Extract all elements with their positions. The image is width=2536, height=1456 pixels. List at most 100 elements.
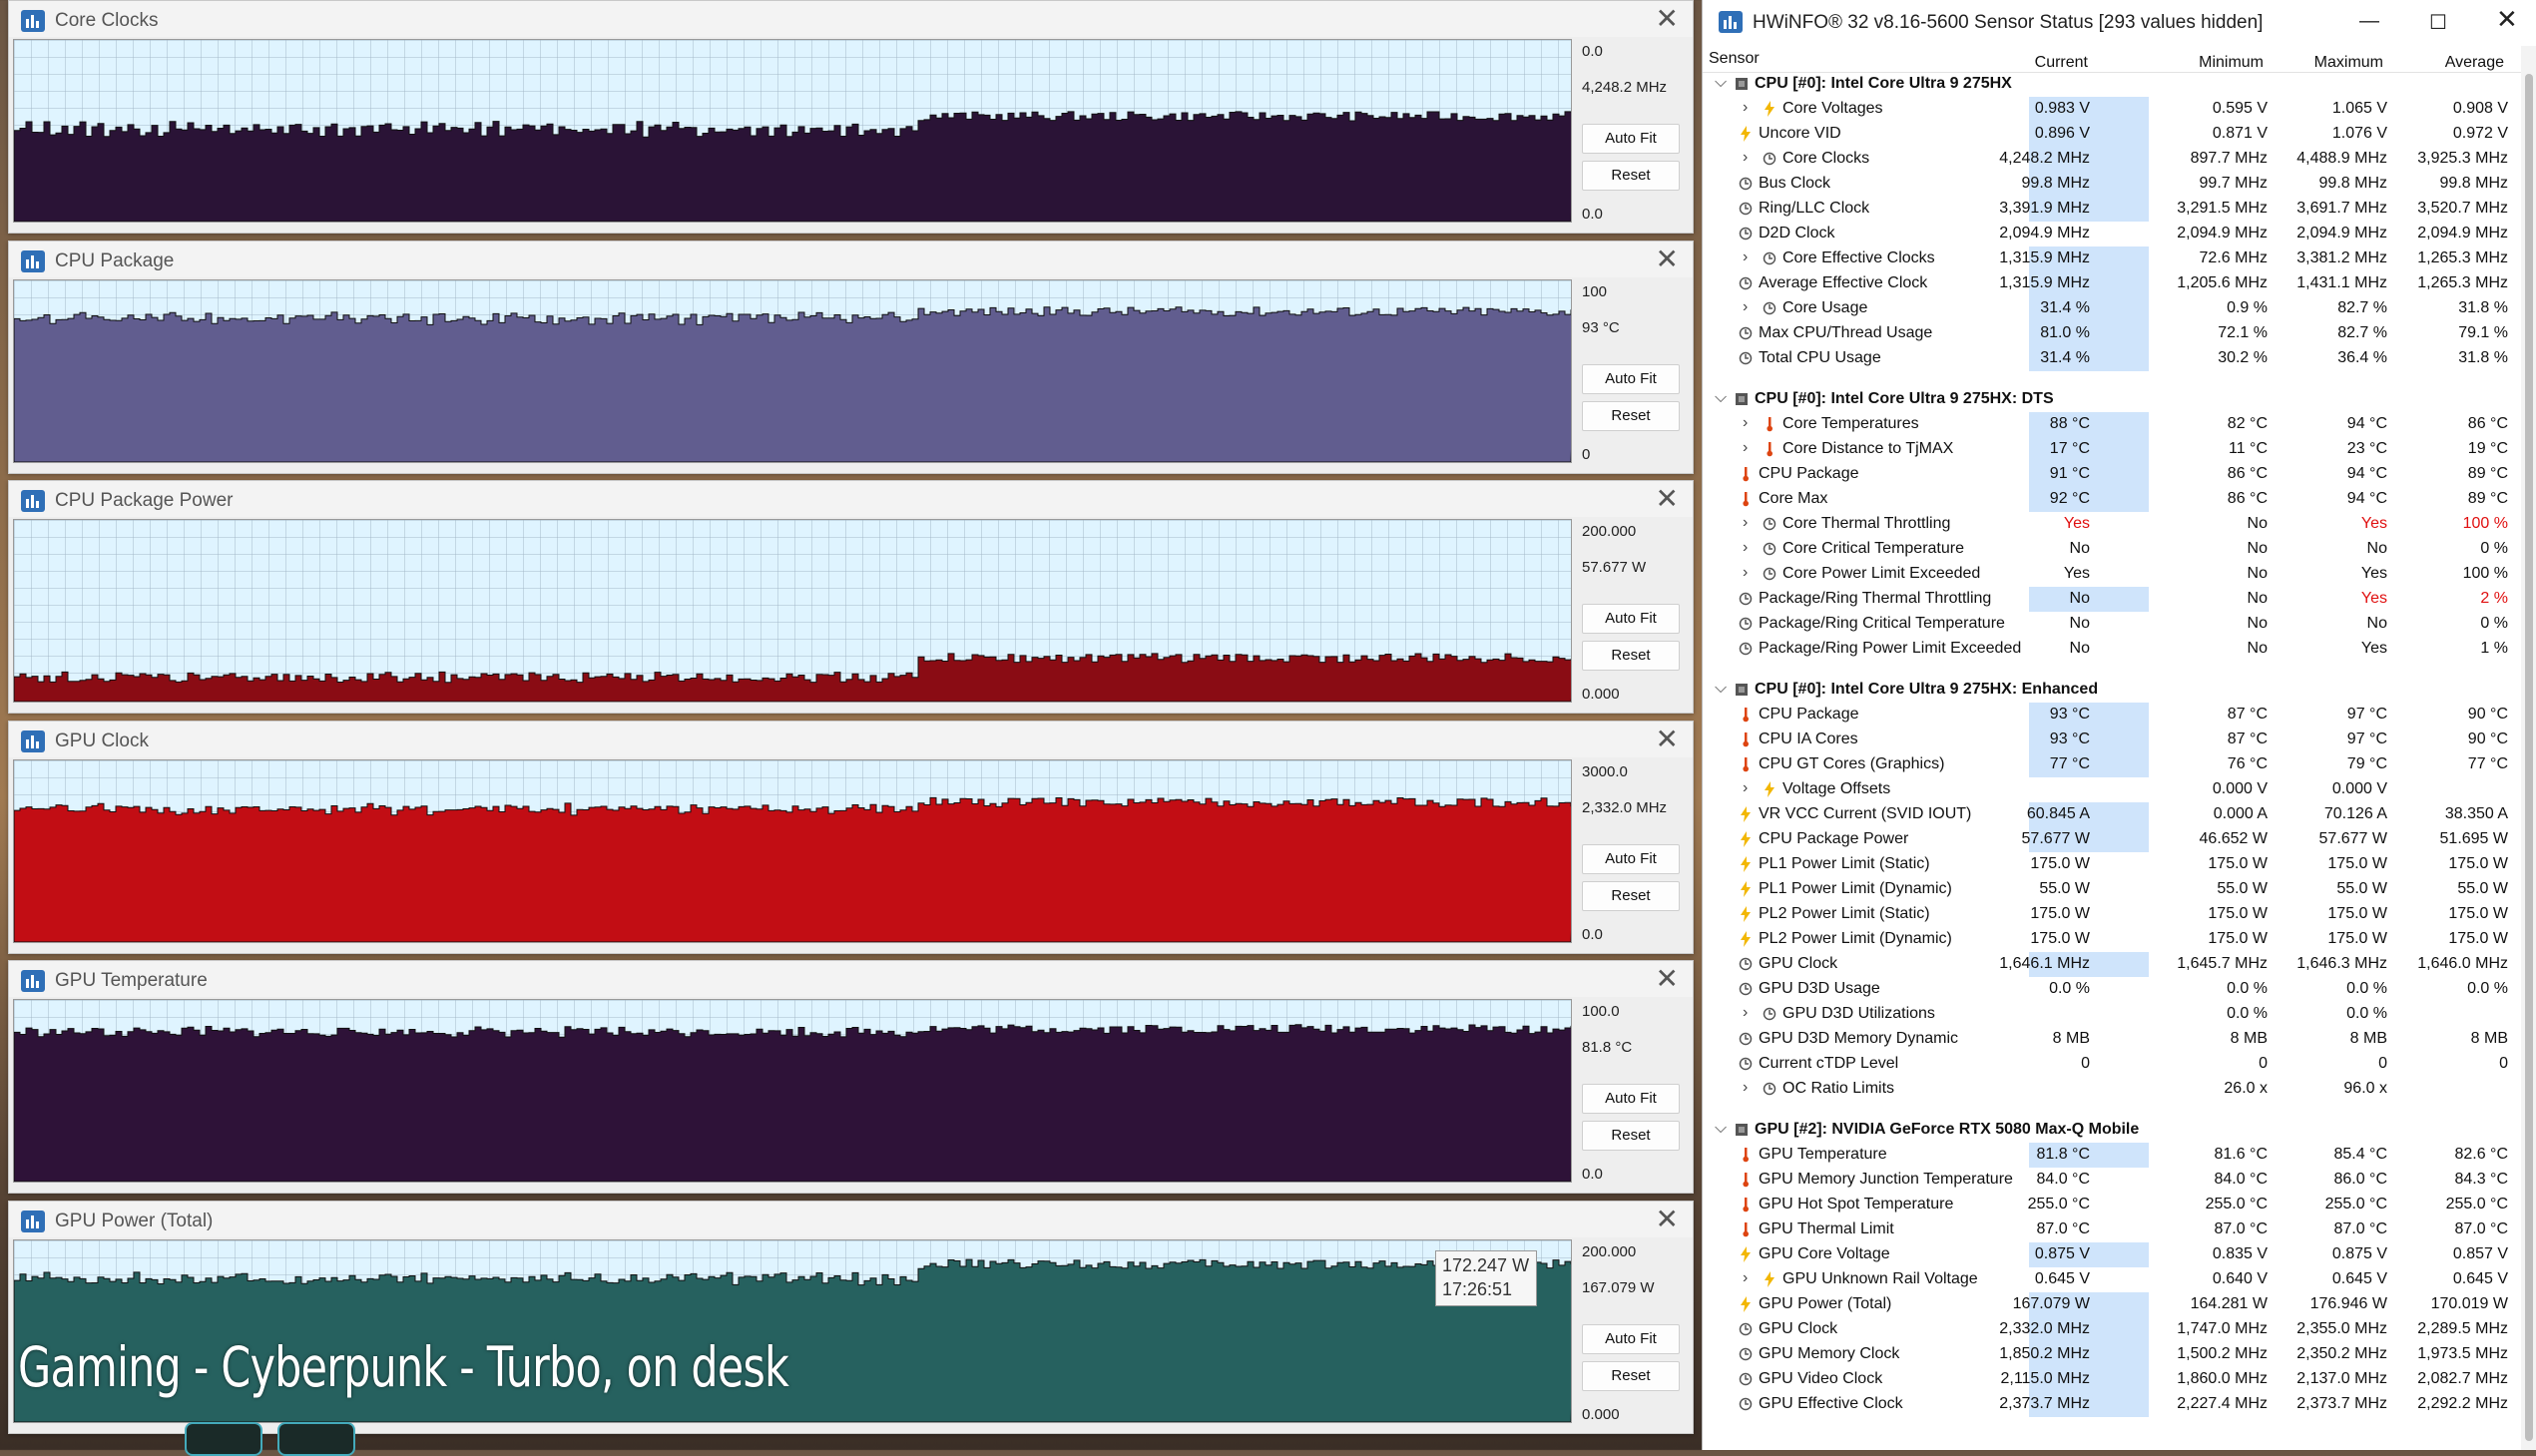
auto-fit-button[interactable]: Auto Fit xyxy=(1582,1084,1680,1114)
sensor-row[interactable]: › Core Effective Clocks 1,315.9 MHz 72.6… xyxy=(1703,246,2521,271)
minimize-icon[interactable]: — xyxy=(2359,10,2379,33)
sensor-row[interactable]: › Core Thermal Throttling Yes No Yes 100… xyxy=(1703,512,2521,537)
graph-titlebar[interactable]: CPU Package Power ✕ xyxy=(9,481,1693,517)
sensor-row[interactable]: Package/Ring Critical Temperature No No … xyxy=(1703,612,2521,637)
expand-chevron-icon[interactable]: › xyxy=(1743,514,1757,532)
sensor-row[interactable]: PL1 Power Limit (Dynamic) 55.0 W 55.0 W … xyxy=(1703,877,2521,902)
sensor-row[interactable]: CPU Package Power 57.677 W 46.652 W 57.6… xyxy=(1703,827,2521,852)
sensor-row[interactable]: Total CPU Usage 31.4 % 30.2 % 36.4 % 31.… xyxy=(1703,346,2521,371)
sensor-row[interactable]: GPU D3D Memory Dynamic 8 MB 8 MB 8 MB 8 … xyxy=(1703,1027,2521,1052)
sensor-row[interactable]: Max CPU/Thread Usage 81.0 % 72.1 % 82.7 … xyxy=(1703,321,2521,346)
reset-button[interactable]: Reset xyxy=(1582,1121,1680,1151)
expand-chevron-icon[interactable]: › xyxy=(1743,298,1757,316)
sensor-row[interactable]: › Core Clocks 4,248.2 MHz 897.7 MHz 4,48… xyxy=(1703,147,2521,172)
expand-chevron-icon[interactable]: › xyxy=(1743,414,1757,432)
expand-chevron-icon[interactable]: › xyxy=(1743,248,1757,266)
sensor-group-header[interactable]: ⌵ CPU [#0]: Intel Core Ultra 9 275HX: DT… xyxy=(1703,387,2521,412)
expand-chevron-icon[interactable]: › xyxy=(1743,539,1757,557)
sensor-row[interactable]: GPU Clock 1,646.1 MHz 1,645.7 MHz 1,646.… xyxy=(1703,952,2521,977)
sensor-row[interactable]: CPU Package 91 °C 86 °C 94 °C 89 °C xyxy=(1703,462,2521,487)
sensor-row[interactable]: GPU Video Clock 2,115.0 MHz 1,860.0 MHz … xyxy=(1703,1367,2521,1392)
sensor-row[interactable]: GPU D3D Usage 0.0 % 0.0 % 0.0 % 0.0 % xyxy=(1703,977,2521,1002)
graph-window[interactable]: Core Clocks ✕ 0.0 4,248.2 MHz Auto Fit R… xyxy=(8,0,1694,234)
graph-window[interactable]: CPU Package Power ✕ 200.000 57.677 W Aut… xyxy=(8,480,1694,714)
sensor-row[interactable]: VR VCC Current (SVID IOUT) 60.845 A 0.00… xyxy=(1703,802,2521,827)
collapse-chevron-icon[interactable]: ⌵ xyxy=(1715,389,1727,407)
taskbar-game-icon[interactable] xyxy=(277,1422,355,1456)
graph-window[interactable]: CPU Package ✕ 100 93 °C Auto Fit Reset 0 xyxy=(8,241,1694,474)
sensor-row[interactable]: › Core Voltages 0.983 V 0.595 V 1.065 V … xyxy=(1703,97,2521,122)
sensor-row[interactable]: GPU Hot Spot Temperature 255.0 °C 255.0 … xyxy=(1703,1193,2521,1217)
sensor-row[interactable]: Package/Ring Power Limit Exceeded No No … xyxy=(1703,637,2521,662)
graph-window[interactable]: GPU Temperature ✕ 100.0 81.8 °C Auto Fit… xyxy=(8,960,1694,1194)
header-current[interactable]: Current xyxy=(2035,54,2088,72)
sensor-row[interactable]: GPU Memory Junction Temperature 84.0 °C … xyxy=(1703,1168,2521,1193)
sensor-row[interactable]: CPU Package 93 °C 87 °C 97 °C 90 °C xyxy=(1703,703,2521,728)
sensor-row[interactable]: › Core Temperatures 88 °C 82 °C 94 °C 86… xyxy=(1703,412,2521,437)
close-icon[interactable]: ✕ xyxy=(2496,4,2518,35)
sensor-row[interactable]: › Voltage Offsets 0.000 V 0.000 V xyxy=(1703,777,2521,802)
sensor-row[interactable]: GPU Thermal Limit 87.0 °C 87.0 °C 87.0 °… xyxy=(1703,1217,2521,1242)
sensor-row[interactable]: PL1 Power Limit (Static) 175.0 W 175.0 W… xyxy=(1703,852,2521,877)
sensor-row[interactable]: › OC Ratio Limits 26.0 x 96.0 x xyxy=(1703,1077,2521,1102)
close-icon[interactable]: ✕ xyxy=(1656,724,1679,755)
sensor-row[interactable]: PL2 Power Limit (Dynamic) 175.0 W 175.0 … xyxy=(1703,927,2521,952)
reset-button[interactable]: Reset xyxy=(1582,641,1680,671)
reset-button[interactable]: Reset xyxy=(1582,881,1680,911)
sensor-row[interactable]: Uncore VID 0.896 V 0.871 V 1.076 V 0.972… xyxy=(1703,122,2521,147)
auto-fit-button[interactable]: Auto Fit xyxy=(1582,1324,1680,1354)
auto-fit-button[interactable]: Auto Fit xyxy=(1582,604,1680,634)
expand-chevron-icon[interactable]: › xyxy=(1743,1004,1757,1022)
close-icon[interactable]: ✕ xyxy=(1656,483,1679,515)
maximize-icon[interactable]: ☐ xyxy=(2429,10,2447,35)
reset-button[interactable]: Reset xyxy=(1582,1361,1680,1391)
sensor-row[interactable]: GPU Clock 2,332.0 MHz 1,747.0 MHz 2,355.… xyxy=(1703,1317,2521,1342)
graph-titlebar[interactable]: GPU Power (Total) ✕ xyxy=(9,1202,1693,1237)
close-icon[interactable]: ✕ xyxy=(1656,963,1679,995)
graph-titlebar[interactable]: CPU Package ✕ xyxy=(9,242,1693,277)
sensor-row[interactable]: › Core Distance to TjMAX 17 °C 11 °C 23 … xyxy=(1703,437,2521,462)
close-icon[interactable]: ✕ xyxy=(1656,1204,1679,1235)
sensor-row[interactable]: CPU GT Cores (Graphics) 77 °C 76 °C 79 °… xyxy=(1703,752,2521,777)
auto-fit-button[interactable]: Auto Fit xyxy=(1582,844,1680,874)
sensor-row[interactable]: PL2 Power Limit (Static) 175.0 W 175.0 W… xyxy=(1703,902,2521,927)
graph-titlebar[interactable]: GPU Clock ✕ xyxy=(9,722,1693,757)
sensor-row[interactable]: GPU Power (Total) 167.079 W 164.281 W 17… xyxy=(1703,1292,2521,1317)
close-icon[interactable]: ✕ xyxy=(1656,243,1679,275)
sensor-row[interactable]: › GPU Unknown Rail Voltage 0.645 V 0.640… xyxy=(1703,1267,2521,1292)
expand-chevron-icon[interactable]: › xyxy=(1743,779,1757,797)
sensor-row[interactable]: GPU Temperature 81.8 °C 81.6 °C 85.4 °C … xyxy=(1703,1143,2521,1168)
expand-chevron-icon[interactable]: › xyxy=(1743,99,1757,117)
sensor-row[interactable]: Core Max 92 °C 86 °C 94 °C 89 °C xyxy=(1703,487,2521,512)
sensor-row[interactable]: GPU Effective Clock 2,373.7 MHz 2,227.4 … xyxy=(1703,1392,2521,1417)
taskbar-game-icon[interactable] xyxy=(185,1422,262,1456)
scrollbar-thumb[interactable] xyxy=(2525,74,2533,1441)
sensor-row[interactable]: › GPU D3D Utilizations 0.0 % 0.0 % xyxy=(1703,1002,2521,1027)
graph-titlebar[interactable]: GPU Temperature ✕ xyxy=(9,961,1693,997)
sensor-group-header[interactable]: ⌵ CPU [#0]: Intel Core Ultra 9 275HX xyxy=(1703,72,2521,97)
sensor-row[interactable]: Average Effective Clock 1,315.9 MHz 1,20… xyxy=(1703,271,2521,296)
header-average[interactable]: Average xyxy=(2445,54,2504,72)
sensor-row[interactable]: Current cTDP Level 0 0 0 0 xyxy=(1703,1052,2521,1077)
header-minimum[interactable]: Minimum xyxy=(2199,54,2264,72)
expand-chevron-icon[interactable]: › xyxy=(1743,149,1757,167)
sensor-row[interactable]: Bus Clock 99.8 MHz 99.7 MHz 99.8 MHz 99.… xyxy=(1703,172,2521,197)
auto-fit-button[interactable]: Auto Fit xyxy=(1582,124,1680,154)
sensor-row[interactable]: › Core Power Limit Exceeded Yes No Yes 1… xyxy=(1703,562,2521,587)
vertical-scrollbar[interactable] xyxy=(2521,46,2536,1450)
sensor-row[interactable]: GPU Memory Clock 1,850.2 MHz 1,500.2 MHz… xyxy=(1703,1342,2521,1367)
sensor-row[interactable]: Ring/LLC Clock 3,391.9 MHz 3,291.5 MHz 3… xyxy=(1703,197,2521,222)
collapse-chevron-icon[interactable]: ⌵ xyxy=(1715,74,1727,92)
header-sensor[interactable]: Sensor xyxy=(1709,50,1760,68)
sensor-row[interactable]: Package/Ring Thermal Throttling No No Ye… xyxy=(1703,587,2521,612)
expand-chevron-icon[interactable]: › xyxy=(1743,564,1757,582)
sensor-row[interactable]: D2D Clock 2,094.9 MHz 2,094.9 MHz 2,094.… xyxy=(1703,222,2521,246)
collapse-chevron-icon[interactable]: ⌵ xyxy=(1715,680,1727,698)
graph-window[interactable]: GPU Clock ✕ 3000.0 2,332.0 MHz Auto Fit … xyxy=(8,721,1694,954)
sensor-row[interactable]: › Core Usage 31.4 % 0.9 % 82.7 % 31.8 % xyxy=(1703,296,2521,321)
sensor-group-header[interactable]: ⌵ CPU [#0]: Intel Core Ultra 9 275HX: En… xyxy=(1703,678,2521,703)
sensor-group-header[interactable]: ⌵ GPU [#2]: NVIDIA GeForce RTX 5080 Max-… xyxy=(1703,1118,2521,1143)
collapse-chevron-icon[interactable]: ⌵ xyxy=(1715,1120,1727,1138)
reset-button[interactable]: Reset xyxy=(1582,161,1680,191)
auto-fit-button[interactable]: Auto Fit xyxy=(1582,364,1680,394)
